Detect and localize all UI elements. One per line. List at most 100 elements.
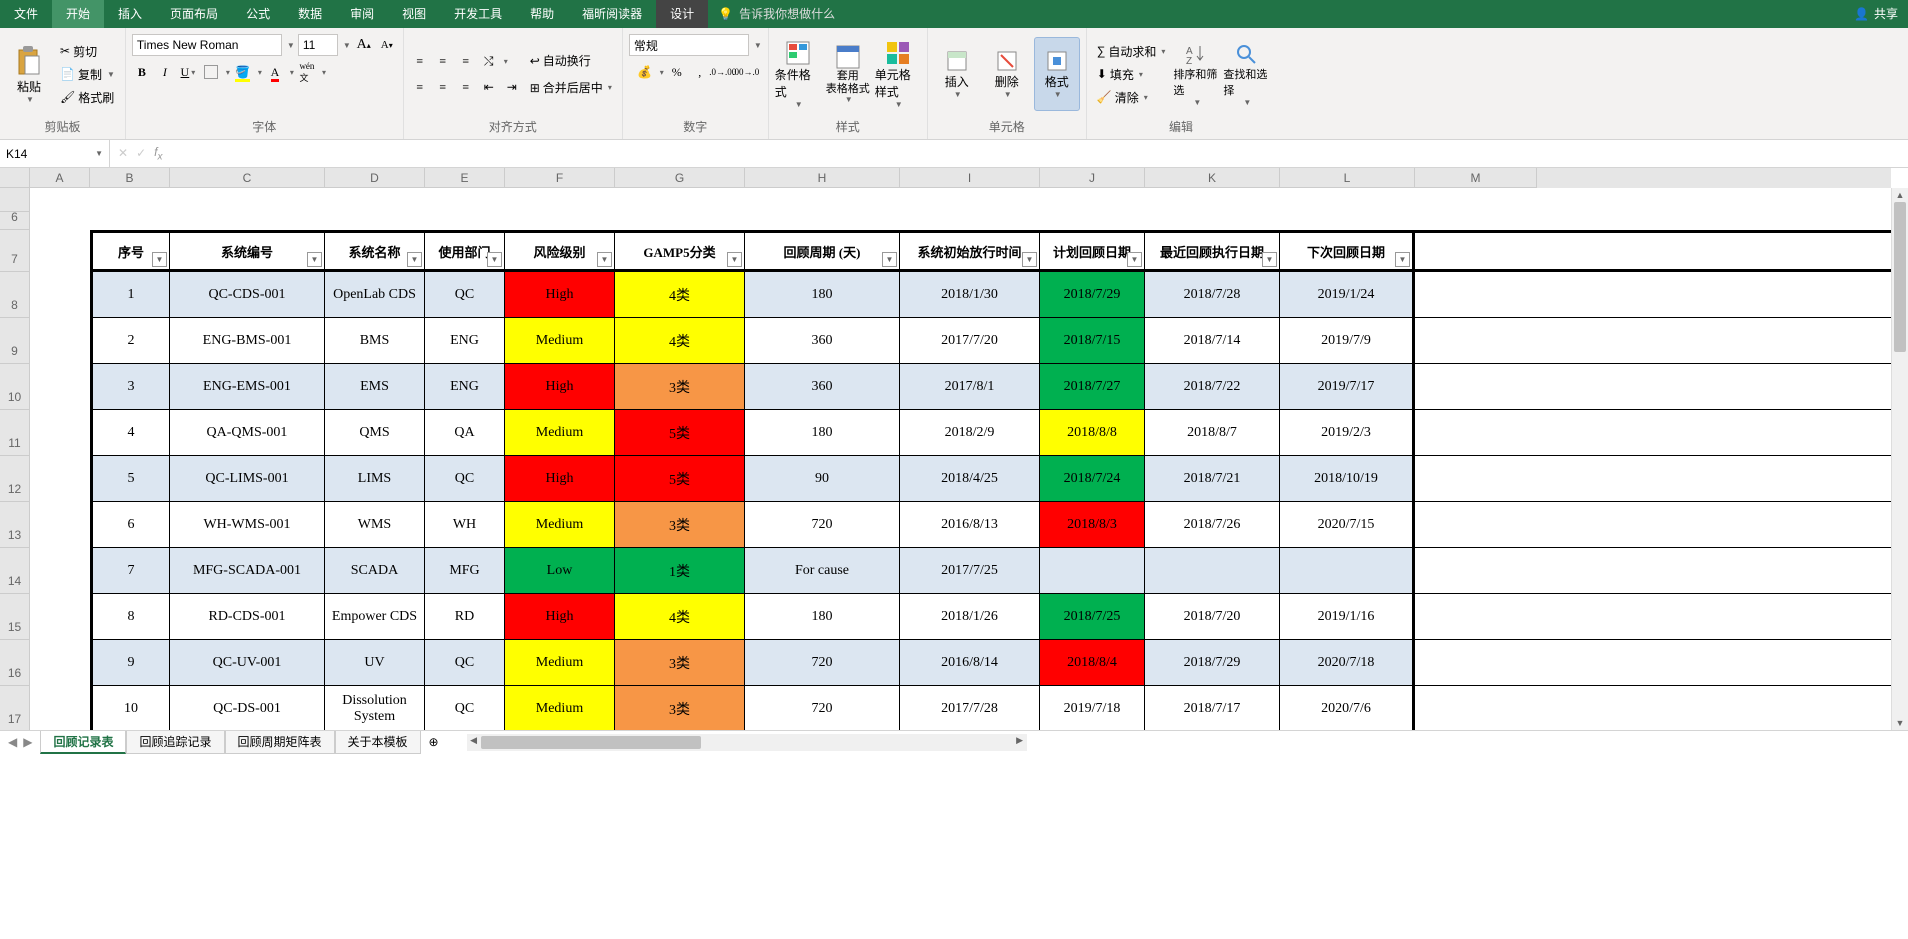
table-row[interactable]: 8RD-CDS-001Empower CDSRDHigh4类1802018/1/… [90,594,1891,640]
col-header-M[interactable]: M [1415,168,1537,188]
table-row[interactable]: 7MFG-SCADA-001SCADAMFGLow1类For cause2017… [90,548,1891,594]
table-cell[interactable]: 5 [90,456,170,501]
table-cell[interactable]: 6 [90,502,170,547]
row-header[interactable]: 13 [0,502,30,548]
table-cell[interactable]: 2018/7/14 [1145,318,1280,363]
table-cell[interactable]: LIMS [325,456,425,501]
table-cell[interactable]: ENG [425,364,505,409]
col-header-F[interactable]: F [505,168,615,188]
align-left-button[interactable]: ≡ [410,77,430,97]
select-all-corner[interactable] [0,168,30,188]
table-cell[interactable]: Medium [505,410,615,455]
align-top-button[interactable]: ≡ [410,51,430,71]
table-cell[interactable]: QC [425,456,505,501]
col-header-E[interactable]: E [425,168,505,188]
table-cell[interactable]: 4 [90,410,170,455]
table-cell[interactable]: QA [425,410,505,455]
table-cell[interactable]: 2018/2/9 [900,410,1040,455]
table-cell[interactable]: ENG-EMS-001 [170,364,325,409]
table-cell[interactable]: 2017/7/25 [900,548,1040,593]
table-cell[interactable]: WH-WMS-001 [170,502,325,547]
table-cell[interactable]: 2020/7/6 [1280,686,1415,730]
table-cell[interactable]: MFG-SCADA-001 [170,548,325,593]
ribbon-tab-5[interactable]: 数据 [284,0,336,28]
filter-button[interactable]: ▼ [882,252,897,267]
table-cell[interactable]: QMS [325,410,425,455]
new-sheet-button[interactable]: ⊕ [421,735,447,749]
fx-icon[interactable]: fx [154,145,162,162]
table-cell[interactable]: 2017/8/1 [900,364,1040,409]
table-row[interactable]: 2ENG-BMS-001BMSENGMedium4类3602017/7/2020… [90,318,1891,364]
enter-formula-icon[interactable]: ✓ [136,146,146,160]
table-cell[interactable]: 2018/1/26 [900,594,1040,639]
cancel-formula-icon[interactable]: ✕ [118,146,128,160]
increase-font-button[interactable]: A▴ [354,35,374,55]
row-header[interactable]: 16 [0,640,30,686]
format-painter-button[interactable]: 🖌格式刷 [56,87,119,108]
delete-cells-button[interactable]: 删除▼ [984,37,1030,111]
autosum-button[interactable]: ∑自动求和▾ [1093,41,1170,62]
hscroll-left-icon[interactable]: ◀ [467,735,481,746]
row-header[interactable]: 10 [0,364,30,410]
table-cell[interactable]: 3类 [615,686,745,730]
cut-button[interactable]: ✂剪切 [56,41,119,62]
filter-button[interactable]: ▼ [1395,252,1410,267]
ribbon-tab-10[interactable]: 福昕阅读器 [568,0,656,28]
table-cell[interactable]: 2018/7/27 [1040,364,1145,409]
bold-button[interactable]: B [132,62,152,82]
vertical-scrollbar[interactable]: ▲ ▼ [1891,188,1908,730]
table-cell[interactable]: 3类 [615,502,745,547]
table-cell[interactable]: WMS [325,502,425,547]
table-cell[interactable]: Dissolution System [325,686,425,730]
table-row[interactable]: 9QC-UV-001UVQCMedium3类7202016/8/142018/8… [90,640,1891,686]
phonetic-button[interactable]: wén文 [297,62,317,82]
tell-me-input[interactable] [739,7,1039,21]
table-cell[interactable] [1280,548,1415,593]
font-size-select[interactable] [298,34,338,56]
table-cell[interactable]: 2019/1/16 [1280,594,1415,639]
sheet-tab[interactable]: 回顾周期矩阵表 [225,731,335,754]
table-cell[interactable]: 2018/4/25 [900,456,1040,501]
table-cell[interactable]: 2019/7/9 [1280,318,1415,363]
table-cell[interactable]: 2019/2/3 [1280,410,1415,455]
formula-input[interactable] [170,140,1908,167]
scroll-down-icon[interactable]: ▼ [1892,716,1908,730]
share-button[interactable]: 👤 共享 [1844,0,1908,28]
copy-button[interactable]: 📄复制▼ [56,64,119,85]
underline-button[interactable]: U▾ [178,62,198,82]
table-cell[interactable]: QC-UV-001 [170,640,325,685]
sheet-tab[interactable]: 关于本模板 [335,731,421,754]
ribbon-tab-8[interactable]: 开发工具 [440,0,516,28]
table-cell[interactable]: 4类 [615,272,745,317]
table-cell[interactable]: 2018/7/28 [1145,272,1280,317]
table-cell[interactable]: 2020/7/18 [1280,640,1415,685]
inc-decimal-button[interactable]: .0→.00 [713,62,733,82]
table-cell[interactable]: QC-DS-001 [170,686,325,730]
filter-button[interactable]: ▼ [487,252,502,267]
table-cell[interactable]: Medium [505,502,615,547]
sheet-tab[interactable]: 回顾追踪记录 [126,731,224,754]
table-cell[interactable]: 2018/7/29 [1145,640,1280,685]
horizontal-scrollbar[interactable]: ◀ ▶ [467,734,1027,751]
table-cell[interactable]: 180 [745,594,900,639]
col-header-D[interactable]: D [325,168,425,188]
cell-styles-button[interactable]: 单元格样式▼ [875,37,921,111]
sort-filter-button[interactable]: AZ排序和筛选▼ [1173,37,1219,111]
table-cell[interactable]: 3类 [615,364,745,409]
table-cell[interactable]: 720 [745,502,900,547]
ribbon-tab-9[interactable]: 帮助 [516,0,568,28]
table-cell[interactable]: WH [425,502,505,547]
table-cell[interactable]: MFG [425,548,505,593]
table-cell[interactable]: 2018/8/7 [1145,410,1280,455]
filter-button[interactable]: ▼ [1262,252,1277,267]
table-cell[interactable]: Medium [505,318,615,363]
ribbon-tab-11[interactable]: 设计 [656,0,708,28]
conditional-format-button[interactable]: 条件格式▼ [775,37,821,111]
table-cell[interactable]: 2016/8/14 [900,640,1040,685]
table-cell[interactable]: 2017/7/20 [900,318,1040,363]
table-cell[interactable] [1145,548,1280,593]
table-cell[interactable]: RD [425,594,505,639]
table-cell[interactable] [1040,548,1145,593]
table-cell[interactable]: UV [325,640,425,685]
font-color-button[interactable]: A [265,62,285,82]
